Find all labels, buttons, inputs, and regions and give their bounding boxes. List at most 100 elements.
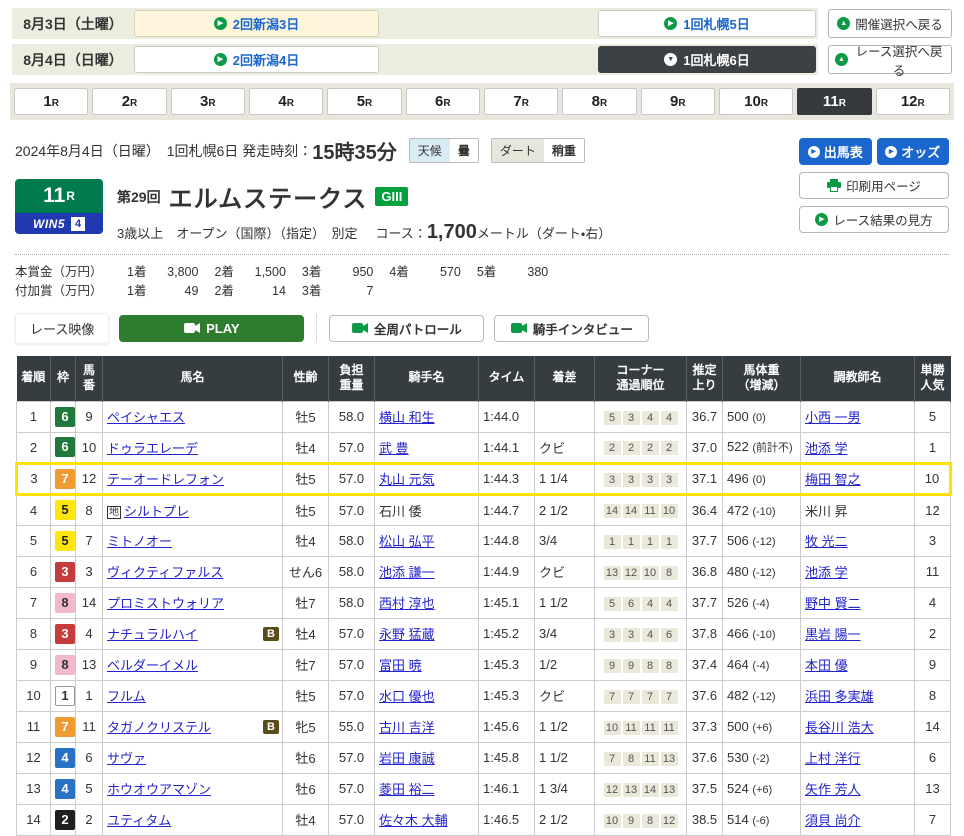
finish-position: 4 (17, 494, 51, 525)
trainer-name-link[interactable]: 上村 洋行 (805, 751, 861, 766)
play-button[interactable]: PLAY (119, 315, 304, 342)
horse-name-link[interactable]: フルム (107, 689, 146, 704)
race-tab-2r[interactable]: 2R (92, 88, 166, 115)
race-conditions-text: 3歳以上 オープン（国際）（指定） 別定 (117, 223, 357, 242)
trainer-name-link[interactable]: 小西 一男 (805, 410, 861, 425)
meeting-button[interactable]: ▶2回新潟3日 (134, 10, 379, 37)
carried-weight: 58.0 (329, 525, 375, 556)
jockey-name-link[interactable]: 武 豊 (379, 441, 409, 456)
arrow-right-icon: ▶ (808, 146, 820, 158)
race-tab-1r[interactable]: 1R (14, 88, 88, 115)
horse-number: 6 (76, 742, 103, 773)
prize-place: 3着 (302, 265, 321, 279)
trainer-name-link[interactable]: 池添 学 (805, 441, 848, 456)
trainer-name-link[interactable]: 長谷川 浩大 (805, 720, 874, 735)
horse-name-link[interactable]: プロミストウォリア (107, 596, 224, 611)
column-header: タイム (479, 356, 535, 402)
horse-name-link[interactable]: ヴィクティファルス (107, 565, 223, 580)
column-header: 馬名 (103, 356, 283, 402)
race-tab-11r[interactable]: 11R (797, 88, 871, 115)
jockey-name-link[interactable]: 古川 吉洋 (379, 720, 435, 735)
win-popularity-rank: 10 (915, 463, 951, 494)
corner-position: 12 (623, 566, 640, 580)
corner-position: 10 (661, 504, 678, 518)
trainer-name-link[interactable]: 梅田 智之 (805, 472, 861, 487)
margin: 1 1/2 (535, 711, 595, 742)
race-tab-8r[interactable]: 8R (562, 88, 636, 115)
horse-number: 4 (76, 618, 103, 649)
sex-age: 牡5 (283, 680, 329, 711)
trainer-name-link[interactable]: 浜田 多実雄 (805, 689, 874, 704)
back-button[interactable]: ▲レース選択へ戻る (828, 45, 952, 74)
jockey-cell: 菱田 裕二 (375, 773, 479, 804)
jockey-name-link[interactable]: 岩田 康誠 (379, 751, 435, 766)
horse-name-link[interactable]: タガノクリステル (107, 720, 211, 735)
trainer-name-link[interactable]: 須貝 尚介 (805, 813, 861, 828)
corner-position: 6 (661, 628, 678, 642)
win-popularity-rank: 7 (915, 804, 951, 835)
race-tab-5r[interactable]: 5R (327, 88, 401, 115)
meeting-button[interactable]: ▶1回札幌5日 (598, 10, 816, 37)
horse-name-link[interactable]: ベルダーイメル (107, 658, 198, 673)
jockey-name-link[interactable]: 西村 淳也 (379, 596, 435, 611)
result-row: 169ペイシャエス牡558.0横山 和生1:44.0534436.7500 (0… (17, 401, 951, 432)
track-condition-value: 稍重 (544, 139, 584, 162)
meeting-button[interactable]: ▶2回新潟4日 (134, 46, 379, 73)
trainer-name-link[interactable]: 野中 賢二 (805, 596, 861, 611)
horse-name-link[interactable]: ホウオウアマゾン (107, 782, 211, 797)
trainer-name-link[interactable]: 矢作 芳人 (805, 782, 861, 797)
print-page-button[interactable]: 印刷用ページ (799, 172, 949, 199)
body-weight-cell: 530 (-2) (723, 742, 801, 773)
course-distance: 1,700 (427, 221, 477, 244)
horse-name-link[interactable]: ミトノオー (107, 534, 172, 549)
corner-position: 3 (623, 411, 640, 425)
horse-name-link[interactable]: ナチュラルハイ (107, 627, 198, 642)
horse-name-link[interactable]: ペイシャエス (107, 410, 185, 425)
patrol-video-button[interactable]: 全周パトロール (329, 315, 484, 342)
horse-name-link[interactable]: テーオードレフォン (107, 472, 224, 487)
last-3f-time: 36.8 (687, 556, 723, 587)
corner-positions: 3346 (595, 618, 687, 649)
race-tab-12r[interactable]: 12R (876, 88, 950, 115)
race-tab-9r[interactable]: 9R (641, 88, 715, 115)
jockey-name-link[interactable]: 永野 猛蔵 (379, 627, 435, 642)
corner-position: 5 (604, 597, 621, 611)
entry-table-button[interactable]: ▶ 出馬表 (799, 138, 872, 165)
horse-name-link[interactable]: ドゥラエレーデ (107, 441, 198, 456)
horse-name-link[interactable]: サヴァ (107, 751, 146, 766)
frame-cell: 8 (51, 649, 76, 680)
frame-cell: 5 (51, 525, 76, 556)
odds-button[interactable]: ▶ オッズ (877, 138, 950, 165)
jockey-name-link[interactable]: 水口 優也 (379, 689, 435, 704)
margin (535, 401, 595, 432)
race-tab-3r[interactable]: 3R (171, 88, 245, 115)
jockey-name-link[interactable]: 富田 暁 (379, 658, 422, 673)
meeting-button[interactable]: ▼1回札幌6日 (598, 46, 816, 73)
trainer-name-link[interactable]: 池添 学 (805, 565, 848, 580)
result-row: 834ナチュラルハイB牡457.0永野 猛蔵1:45.23/4334637.84… (17, 618, 951, 649)
horse-name-link[interactable]: ユティタム (107, 813, 171, 828)
jockey-name-link[interactable]: 池添 謙一 (379, 565, 435, 580)
race-tab-6r[interactable]: 6R (406, 88, 480, 115)
carried-weight: 57.0 (329, 432, 375, 463)
race-tab-10r[interactable]: 10R (719, 88, 793, 115)
trainer-name-link[interactable]: 牧 光二 (805, 534, 848, 549)
body-weight-diff: (+6) (752, 784, 772, 796)
jockey-name-link[interactable]: 横山 和生 (379, 410, 435, 425)
body-weight: 464 (727, 657, 752, 672)
jockey-interview-button[interactable]: 騎手インタビュー (494, 315, 649, 342)
jockey-cell: 岩田 康誠 (375, 742, 479, 773)
jockey-name-link[interactable]: 佐々木 大輔 (379, 813, 448, 828)
result-guide-button[interactable]: ▶ レース結果の見方 (799, 206, 949, 233)
horse-name-link[interactable]: シルトプレ (124, 504, 189, 519)
prize-amount: 3,800 (146, 263, 198, 282)
jockey-name-link[interactable]: 松山 弘平 (379, 534, 435, 549)
trainer-name-link[interactable]: 本田 優 (805, 658, 848, 673)
race-tab-4r[interactable]: 4R (249, 88, 323, 115)
body-weight-cell: 466 (-10) (723, 618, 801, 649)
jockey-name-link[interactable]: 菱田 裕二 (379, 782, 435, 797)
race-tab-7r[interactable]: 7R (484, 88, 558, 115)
back-button[interactable]: ▲開催選択へ戻る (828, 9, 952, 38)
trainer-name-link[interactable]: 黒岩 陽一 (805, 627, 861, 642)
jockey-name-link[interactable]: 丸山 元気 (379, 472, 435, 487)
